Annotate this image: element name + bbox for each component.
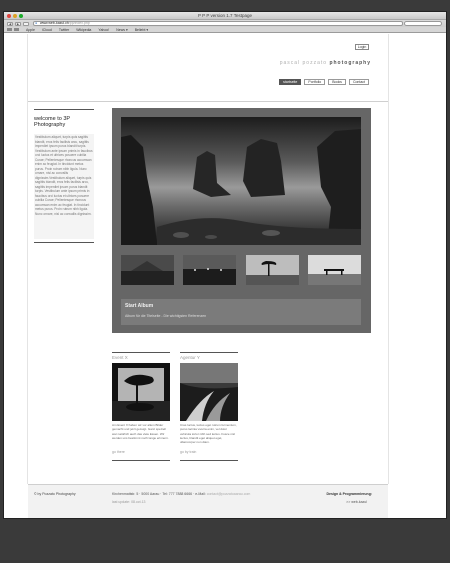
event-card: Event X Am Event X haben wir vor allem B… (112, 352, 170, 461)
event-list: Event X Am Event X haben wir vor allem B… (112, 352, 238, 461)
event-photo[interactable] (180, 363, 238, 421)
footer-copyright: © by Pozzato Photography (34, 492, 76, 496)
url-host: www.web-kazul.ch (40, 21, 69, 25)
bookmark-item[interactable]: Twitter (59, 28, 69, 32)
event-card: Agentur Y Cras luctus, lectus eget rutru… (180, 352, 238, 461)
header-divider (28, 101, 388, 102)
album-thumbnail[interactable] (121, 255, 174, 285)
login-button[interactable]: Login (355, 44, 369, 50)
main-nav: startseite Portfolio Books Contact (279, 79, 369, 85)
sidebar-text: Vestibulum aliquet, turpis quis sagittis… (34, 134, 94, 239)
nav-item-books[interactable]: Books (328, 79, 346, 85)
brand-suffix: photography (329, 60, 371, 66)
url-path: /pp/index.php (68, 21, 90, 25)
welcome-sidebar: welcome to 3P Photography Vestibulum ali… (34, 109, 94, 243)
window-title: P P P version 1.7 Testpage (198, 13, 252, 18)
site-logo[interactable]: pascal pozzato photography (280, 60, 371, 66)
event-link[interactable]: go by train (180, 450, 238, 454)
album-description: Album für die Titelseite - Die wichtigst… (125, 314, 207, 318)
event-divider (180, 352, 238, 353)
bookmark-item[interactable]: Apple (26, 28, 35, 32)
bookmark-icons (7, 28, 19, 31)
event-divider (112, 352, 170, 353)
footer-address-text: Kirchenmattstr. 5 · 5000 Aarau · Tel: 77… (112, 492, 207, 496)
nav-item-contact[interactable]: Contact (348, 79, 369, 85)
event-photo[interactable] (112, 363, 170, 421)
page-container: Login pascal pozzato photography startse… (27, 34, 389, 518)
event-text: Cras luctus, lectus eget rutrum fermentu… (180, 423, 237, 445)
album-title: Start Album (125, 303, 154, 309)
event-title: Event X (112, 355, 128, 360)
footer-design-label: Design & Programmierung: (326, 492, 372, 496)
title-bar: P P P version 1.7 Testpage (4, 12, 446, 20)
album-thumbnail[interactable] (245, 255, 299, 285)
bookmark-item[interactable]: Yahoo! (98, 28, 109, 32)
album-caption: Start Album Album für die Titelseite - D… (121, 299, 361, 325)
bookmark-item[interactable]: News ▾ (116, 28, 127, 32)
footer-address: Kirchenmattstr. 5 · 5000 Aarau · Tel: 77… (112, 492, 250, 496)
forward-button[interactable]: ▶ (15, 21, 21, 26)
search-input[interactable] (404, 21, 442, 26)
globe-icon: ● (35, 21, 38, 25)
top-sites-icon[interactable] (14, 28, 19, 31)
reading-list-icon[interactable] (7, 28, 12, 31)
album-thumbnail[interactable] (307, 255, 361, 285)
event-text: Am Event X haben wir vor allem Bilder ge… (112, 423, 169, 440)
site-header: Login pascal pozzato photography startse… (28, 34, 388, 104)
sidebar-title: welcome to 3P Photography (34, 116, 70, 128)
event-title: Agentur Y (180, 355, 200, 360)
event-divider (112, 460, 170, 461)
sidebar-divider (34, 242, 94, 243)
brand-name: pascal pozzato (279, 60, 328, 66)
address-bar[interactable]: ● www.web-kazul.ch/pp/index.php (33, 21, 403, 26)
page-viewport: Login pascal pozzato photography startse… (4, 34, 446, 518)
site-footer: © by Pozzato Photography Kirchenmattstr.… (28, 484, 388, 518)
browser-toolbar: ◀ ▶ ● www.web-kazul.ch/pp/index.php (4, 20, 446, 27)
sidebar-divider (34, 109, 94, 110)
bookmark-item[interactable]: iCloud (42, 28, 52, 32)
main-photo[interactable] (121, 117, 361, 245)
nav-item-portfolio[interactable]: Portfolio (304, 79, 326, 85)
back-button[interactable]: ◀ (7, 21, 13, 26)
nav-item-startseite[interactable]: startseite (279, 79, 302, 85)
bookmark-item[interactable]: Beliebt ▾ (135, 28, 148, 32)
bookmarks-bar: Apple iCloud Twitter Wikipedia Yahoo! Ne… (4, 27, 446, 33)
event-divider (180, 460, 238, 461)
footer-design-link[interactable]: >> web-kazul (346, 500, 367, 504)
album-slideshow: Start Album Album für die Titelseite - D… (112, 108, 371, 333)
footer-email-link[interactable]: contact@pozzatoaarau.com (207, 492, 251, 496)
thumbnail-strip (121, 255, 361, 285)
album-thumbnail[interactable] (183, 255, 237, 285)
footer-last-update: last update: 08.oct.13 (112, 500, 146, 504)
bookmark-item[interactable]: Wikipedia (76, 28, 91, 32)
event-link[interactable]: go there (112, 450, 170, 454)
browser-window: P P P version 1.7 Testpage ◀ ▶ ● www.web… (3, 11, 447, 519)
share-button[interactable] (23, 21, 29, 26)
